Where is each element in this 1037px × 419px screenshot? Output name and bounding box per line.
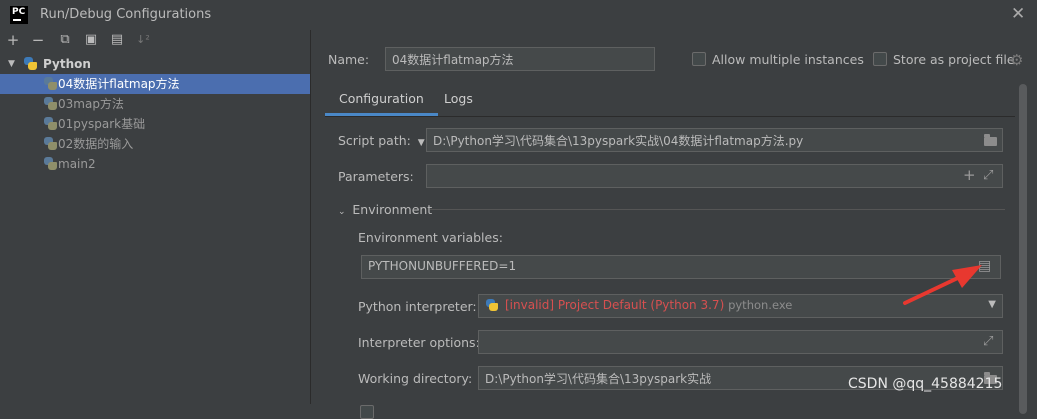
store-project-checkbox[interactable]: [873, 52, 887, 66]
tree-item-label: 02数据的输入: [58, 137, 134, 151]
interpreter-options-input[interactable]: [478, 330, 1003, 354]
parameters-label: Parameters:: [338, 169, 414, 184]
edit-env-vars-icon[interactable]: ▤: [978, 258, 991, 274]
python-config-icon: [44, 117, 57, 130]
tree-item-label: main2: [58, 157, 96, 171]
parameters-input[interactable]: [426, 164, 1003, 188]
chevron-down-icon[interactable]: ▼: [988, 299, 996, 310]
gear-icon[interactable]: ⚙: [1010, 51, 1023, 69]
chevron-down-icon[interactable]: ▼: [8, 54, 15, 74]
allow-multiple-checkbox[interactable]: [692, 52, 706, 66]
python-config-icon: [44, 97, 57, 110]
interpreter-invalid-text: [invalid] Project Default (Python 3.7): [505, 298, 725, 312]
pycharm-logo-icon: PC: [10, 6, 28, 24]
tree-item-01[interactable]: 01pyspark基础: [0, 114, 310, 134]
vertical-scrollbar[interactable]: [1019, 84, 1027, 414]
tree-item-04[interactable]: 04数据计flatmap方法: [0, 74, 310, 94]
browse-folder-icon[interactable]: [984, 134, 997, 146]
python-icon: [24, 57, 37, 70]
add-parameter-icon[interactable]: +: [963, 166, 976, 184]
configuration-panel: Script path: ▼ D:\Python学习\代码集合\13pyspar…: [325, 116, 1015, 419]
python-config-icon: [44, 77, 57, 90]
remove-configuration-button[interactable]: −: [29, 31, 47, 49]
expand-icon[interactable]: ⤢: [983, 168, 993, 183]
script-path-label-text: Script path:: [338, 133, 411, 148]
script-path-input[interactable]: D:\Python学习\代码集合\13pyspark实战\04数据计flatma…: [426, 128, 1003, 152]
close-button[interactable]: ✕: [1011, 4, 1025, 24]
window-title: Run/Debug Configurations: [40, 7, 212, 22]
python-config-icon: [44, 157, 57, 170]
save-configuration-button[interactable]: ▣: [82, 31, 100, 49]
store-project-label[interactable]: Store as project file: [893, 52, 1015, 67]
configurations-sidebar: + − ⧉ ▣ ▤ ↓² ▼ Python 04数据计flatmap方法 03m…: [0, 30, 311, 404]
tree-item-label: 03map方法: [58, 97, 124, 111]
caret-down-icon[interactable]: ▼: [415, 138, 425, 148]
sidebar-toolbar: + − ⧉ ▣ ▤ ↓²: [0, 30, 310, 52]
move-to-folder-button[interactable]: ▤: [108, 31, 126, 49]
configuration-editor: Name: 04数据计flatmap方法 Allow multiple inst…: [311, 30, 1037, 419]
option-checkbox[interactable]: [360, 405, 374, 419]
env-vars-input[interactable]: PYTHONUNBUFFERED=1: [361, 255, 1001, 279]
config-tabs: Configuration Logs: [325, 86, 1025, 116]
tree-item-label: 01pyspark基础: [58, 117, 146, 131]
sort-configurations-button[interactable]: ↓²: [134, 31, 152, 49]
section-divider: [430, 209, 1005, 210]
env-vars-label: Environment variables:: [358, 230, 503, 245]
environment-section-label: Environment: [352, 202, 433, 217]
tree-item-02[interactable]: 02数据的输入: [0, 134, 310, 154]
tab-configuration[interactable]: Configuration: [325, 86, 438, 116]
script-path-label[interactable]: Script path: ▼: [338, 133, 425, 148]
name-input[interactable]: 04数据计flatmap方法: [385, 47, 655, 71]
python-icon: [486, 299, 498, 311]
interpreter-exe-text: python.exe: [728, 298, 793, 312]
tab-logs[interactable]: Logs: [430, 86, 487, 116]
interpreter-options-label: Interpreter options:: [358, 335, 480, 350]
title-bar: PC Run/Debug Configurations ✕: [0, 0, 1037, 30]
chevron-down-icon[interactable]: ⌄: [338, 207, 348, 217]
name-label: Name:: [328, 52, 370, 67]
watermark: CSDN @qq_45884215: [848, 376, 1003, 392]
tree-item-main2[interactable]: main2: [0, 154, 310, 174]
tree-group-python[interactable]: ▼ Python: [0, 54, 310, 74]
interpreter-label: Python interpreter:: [358, 299, 477, 314]
python-config-icon: [44, 137, 57, 150]
working-dir-label: Working directory:: [358, 371, 473, 386]
tree-item-03[interactable]: 03map方法: [0, 94, 310, 114]
tree-item-label: 04数据计flatmap方法: [58, 77, 180, 91]
environment-section-toggle[interactable]: ⌄ Environment: [338, 202, 432, 217]
allow-multiple-label[interactable]: Allow multiple instances: [712, 52, 864, 67]
copy-configuration-button[interactable]: ⧉: [56, 31, 74, 49]
interpreter-select[interactable]: [invalid] Project Default (Python 3.7) p…: [478, 294, 1003, 318]
expand-icon[interactable]: ⤢: [983, 334, 993, 349]
tree-group-label: Python: [43, 57, 91, 71]
add-configuration-button[interactable]: +: [4, 31, 22, 49]
